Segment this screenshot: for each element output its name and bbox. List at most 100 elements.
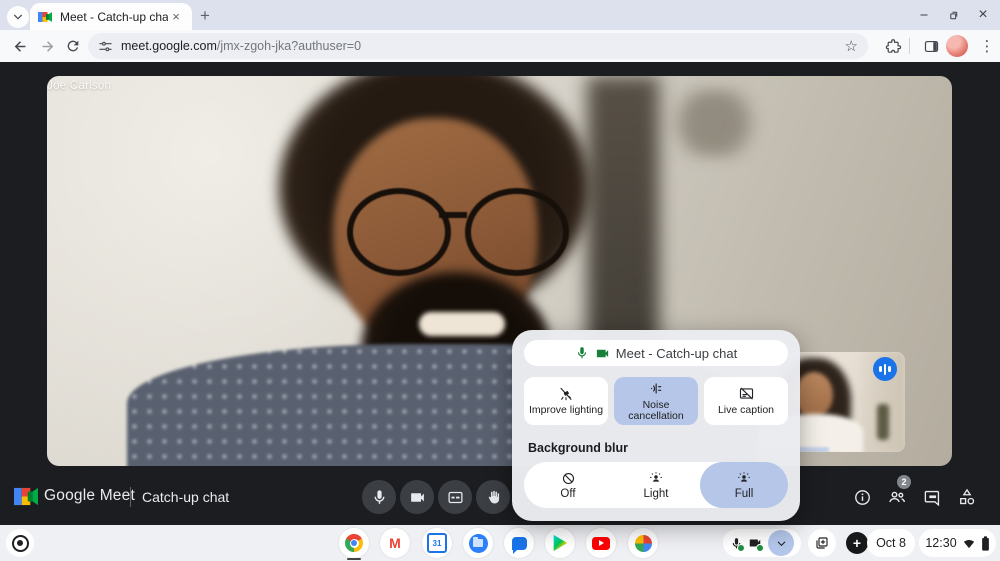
camera-active-dot: [756, 544, 764, 552]
raise-hand-button[interactable]: [476, 480, 510, 514]
closed-captions-icon: [447, 489, 464, 506]
chrome-active-indicator: [347, 558, 361, 561]
tile-label: Improve lighting: [529, 405, 603, 417]
tab-title: Meet - Catch-up chat: [60, 10, 168, 24]
chevron-down-icon: [776, 538, 787, 549]
chat-app-icon: [512, 537, 527, 550]
extensions-button[interactable]: [882, 35, 904, 57]
profile-avatar[interactable]: [946, 35, 968, 57]
reload-button[interactable]: [61, 34, 85, 58]
toolbar-divider: [909, 38, 910, 54]
shelf-app-chat[interactable]: [504, 528, 534, 558]
browser-menu-button[interactable]: ⋮: [976, 34, 998, 58]
vc-panel-toggle-button[interactable]: [768, 530, 794, 556]
raise-hand-icon: [485, 489, 502, 506]
tab-close-button[interactable]: ×: [168, 9, 184, 25]
activities-button[interactable]: [956, 486, 978, 508]
panel-meeting-title: Meet - Catch-up chat: [616, 346, 737, 361]
bookmark-star-icon[interactable]: ☆: [845, 37, 858, 55]
chat-button[interactable]: [921, 486, 943, 508]
mic-active-dot: [737, 544, 745, 552]
date-label: Oct 8: [876, 536, 906, 550]
shelf-app-files[interactable]: [463, 528, 493, 558]
photo-bottle-region: [877, 404, 889, 440]
improve-lighting-tile[interactable]: Improve lighting: [524, 377, 608, 425]
shelf-app-youtube[interactable]: [586, 528, 616, 558]
google-meet-logo-icon: [14, 487, 38, 506]
window-close-button[interactable]: ×: [972, 4, 994, 26]
reload-icon: [65, 38, 81, 54]
people-icon: [887, 487, 907, 507]
chat-icon: [923, 488, 942, 507]
participants-button[interactable]: [886, 486, 908, 508]
background-blur-segmented-control: Off Light Full: [524, 462, 788, 508]
captions-button[interactable]: [438, 480, 472, 514]
mic-icon: [371, 489, 388, 506]
meeting-details-button[interactable]: [851, 486, 873, 508]
launcher-button[interactable]: [6, 529, 34, 557]
shelf-app-chrome[interactable]: [339, 528, 369, 558]
shelf-app-photos[interactable]: [628, 528, 658, 558]
shelf-app-gmail[interactable]: M: [380, 528, 410, 558]
mic-active-icon: [575, 346, 589, 360]
segment-label: Full: [735, 488, 754, 500]
url-path: /jmx-zgoh-jka?authuser=0: [217, 39, 361, 53]
restore-icon: [947, 9, 960, 22]
blur-off-option[interactable]: Off: [524, 462, 612, 508]
info-icon: [853, 488, 872, 507]
mic-button[interactable]: [362, 480, 396, 514]
new-tab-button[interactable]: +: [196, 7, 214, 25]
back-button[interactable]: [8, 34, 32, 58]
gmail-icon: M: [389, 535, 401, 551]
photo-smile-region: [419, 312, 505, 336]
segment-label: Off: [560, 488, 575, 500]
google-play-icon: [553, 535, 568, 552]
equalizer-bar-icon: [884, 364, 887, 375]
improve-lighting-icon: [558, 386, 574, 402]
blur-light-option[interactable]: Light: [612, 462, 700, 508]
window-restore-button[interactable]: [942, 4, 964, 26]
chromeos-shelf: M 31: [0, 525, 1000, 561]
photo-glasses-right-region: [465, 188, 569, 276]
activities-shapes-icon: [957, 487, 977, 507]
noise-cancellation-tile[interactable]: Noise cancellation: [614, 377, 698, 425]
date-pill[interactable]: Oct 8: [867, 529, 915, 557]
forward-button[interactable]: [35, 34, 59, 58]
youtube-icon: [592, 537, 610, 550]
files-icon: [469, 534, 488, 553]
tab-search-button[interactable]: [7, 6, 29, 28]
notification-counter-button[interactable]: +: [846, 532, 868, 554]
photo-shelf-region: [659, 88, 769, 158]
side-panel-icon: [923, 38, 940, 55]
browser-tab[interactable]: Meet - Catch-up chat ×: [30, 3, 192, 30]
meet-favicon-icon: [38, 11, 52, 23]
participants-count-badge: 2: [897, 475, 911, 489]
screen-capture-button[interactable]: [808, 529, 836, 557]
address-bar[interactable]: meet.google.com/jmx-zgoh-jka?authuser=0 …: [88, 33, 868, 59]
shelf-app-play[interactable]: [545, 528, 575, 558]
site-info-icon[interactable]: [98, 39, 113, 54]
vc-tray-controls[interactable]: [723, 529, 801, 557]
videocam-active-icon: [595, 346, 610, 361]
time-label: 12:30: [925, 536, 956, 550]
blur-light-icon: [648, 470, 664, 486]
chromeos-screen: Meet - Catch-up chat × + × meet.google.c…: [0, 0, 1000, 561]
tile-label: Noise cancellation: [614, 400, 698, 423]
photo-glasses-left-region: [347, 188, 451, 276]
window-minimize-button[interactable]: [913, 4, 935, 26]
shelf-app-calendar[interactable]: 31: [422, 528, 452, 558]
meet-page-background: Joe Carlson: [0, 62, 1000, 525]
live-caption-tile[interactable]: Live caption: [704, 377, 788, 425]
status-tray[interactable]: 12:30: [919, 529, 996, 557]
blur-full-option[interactable]: Full: [700, 462, 788, 508]
photo-selfie-face-region: [795, 372, 833, 418]
side-panel-button[interactable]: [920, 35, 942, 57]
forward-arrow-icon: [39, 38, 56, 55]
camera-button[interactable]: [400, 480, 434, 514]
launcher-icon: [12, 535, 29, 552]
videocam-icon: [409, 489, 426, 506]
speaking-indicator: [873, 357, 897, 381]
google-photos-icon: [635, 535, 652, 552]
panel-feature-tiles: Improve lighting Noise cancellation: [524, 377, 788, 425]
battery-icon: [981, 536, 990, 551]
